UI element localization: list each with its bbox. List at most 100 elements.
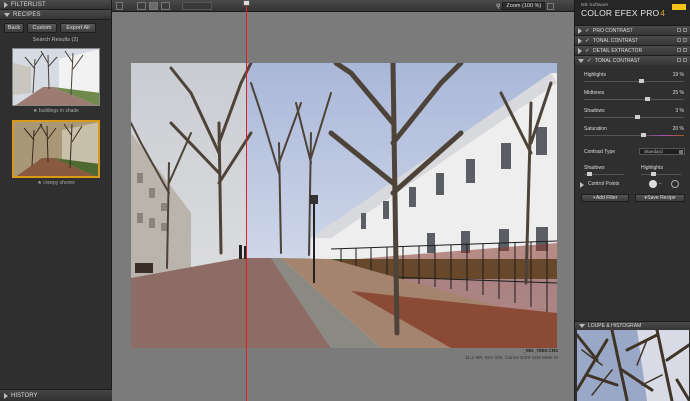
contrast-type-dropdown[interactable]: Standard: [639, 148, 685, 155]
image-filename: _MG_7850.CR2: [523, 349, 558, 354]
highlights-track[interactable]: [641, 174, 681, 175]
search-results-label: Search Results (2): [32, 37, 79, 43]
thumbnail-label-2: ★ creepy shores: [37, 180, 75, 186]
filter-label: TONAL CONTRAST: [593, 37, 639, 44]
slider-value: 19 %: [672, 72, 684, 78]
single-view-icon[interactable]: [116, 2, 123, 10]
checkmark-icon[interactable]: ✓: [585, 28, 590, 34]
slider-value: 3 %: [675, 108, 684, 114]
checkmark-icon[interactable]: ✓: [585, 38, 590, 44]
split-preview-icon[interactable]: [149, 2, 158, 10]
view-options-field[interactable]: [182, 2, 212, 10]
slider-knob[interactable]: [640, 133, 646, 137]
recipe-thumbnail-image: [13, 49, 99, 105]
loupe-histogram-header[interactable]: LOUPE & HISTOGRAM: [575, 321, 690, 330]
filter-row-tonal-contrast[interactable]: ✓ TONAL CONTRAST: [575, 35, 690, 45]
top-toolbar: ⚲ Zoom (100 %): [112, 0, 574, 12]
filter-row-pro-contrast[interactable]: ✓ PRO CONTRAST: [575, 25, 690, 35]
checkmark-icon[interactable]: ✓: [587, 58, 592, 64]
filter-row-detail-extractor[interactable]: ✓ DETAIL EXTRACTOR: [575, 45, 690, 55]
midtones-slider[interactable]: Midtones 25 %: [575, 87, 690, 105]
filter-options-icon[interactable]: [683, 58, 687, 62]
zoom-control[interactable]: ⚲ Zoom (100 %): [496, 1, 555, 11]
preview-image: [131, 63, 557, 348]
brand-title: COLOR EFEX PRO 4: [581, 8, 666, 18]
slider-track[interactable]: [584, 99, 684, 100]
filterlist-header[interactable]: FILTERLIST: [0, 0, 111, 10]
slider-value: 20 %: [672, 126, 684, 132]
slider-label: Midtones: [584, 90, 605, 96]
export-all-button[interactable]: Export All: [60, 23, 96, 33]
filter-options-icon[interactable]: [683, 28, 687, 32]
shadows-highlights-row: Shadows Highlights: [575, 163, 690, 179]
delete-filter-icon[interactable]: [677, 38, 681, 42]
filter-options-icon[interactable]: [683, 48, 687, 52]
image-details: 11.2 MP, ISO 400, Canon EOS-1Ds Mark III: [465, 356, 558, 361]
split-view-icon[interactable]: [137, 2, 146, 10]
slider-knob[interactable]: [644, 97, 650, 101]
slider-track[interactable]: [584, 135, 684, 136]
right-panel: Nik Software COLOR EFEX PRO 4 ✓ PRO CONT…: [574, 0, 690, 401]
filter-actions-row: + Add Filter ▾ Save Recipe: [575, 191, 690, 205]
recipe-thumbnail-1[interactable]: [12, 48, 100, 106]
highlights-label: Highlights: [641, 165, 663, 171]
left-panel: FILTERLIST RECIPES Back Custom Export Al…: [0, 0, 112, 401]
control-point-visibility-icon[interactable]: [671, 180, 679, 188]
recipe-thumbnail-2[interactable]: [12, 120, 100, 178]
recipes-title: RECIPES: [13, 11, 41, 18]
expand-arrow-icon: [580, 182, 584, 188]
add-control-point-icon[interactable]: [649, 180, 657, 188]
slider-label: Shadows: [584, 108, 605, 114]
slider-knob[interactable]: [638, 79, 644, 83]
shadows-label: Shadows: [584, 165, 605, 171]
slider-value: 25 %: [672, 90, 684, 96]
custom-button[interactable]: Custom: [27, 23, 57, 33]
control-point-minus-icon[interactable]: −: [659, 181, 662, 187]
history-header[interactable]: HISTORY: [0, 389, 112, 401]
split-view-handle[interactable]: [243, 0, 250, 6]
filter-label: TONAL CONTRAST: [595, 57, 641, 64]
zoom-in-icon[interactable]: [547, 2, 555, 10]
side-by-side-icon[interactable]: [161, 2, 170, 10]
preview-canvas[interactable]: _MG_7850.CR2 11.2 MP, ISO 400, Canon EOS…: [112, 0, 574, 401]
slider-label: Highlights: [584, 72, 606, 78]
recipes-header[interactable]: RECIPES: [0, 10, 111, 20]
collapse-arrow-icon: [579, 324, 585, 328]
add-filter-button[interactable]: + Add Filter: [581, 194, 629, 202]
delete-filter-icon[interactable]: [677, 58, 681, 62]
expand-arrow-icon: [578, 37, 582, 44]
shadows-slider[interactable]: Shadows 3 %: [575, 105, 690, 123]
filter-label: PRO CONTRAST: [593, 27, 633, 34]
dropdown-arrow-icon: [679, 150, 683, 154]
thumbnail-label-1: ★ buildings in shade: [33, 108, 79, 114]
slider-knob[interactable]: [634, 115, 640, 119]
recipe-thumbnail-image: [14, 122, 98, 176]
collapse-arrow-icon: [4, 12, 10, 17]
zoom-dropdown[interactable]: Zoom (100 %): [502, 2, 546, 10]
shadows-knob[interactable]: [587, 172, 592, 176]
highlights-knob[interactable]: [651, 172, 656, 176]
highlights-slider[interactable]: Highlights 19 %: [575, 69, 690, 87]
filter-options-icon[interactable]: [683, 38, 687, 42]
saturation-slider[interactable]: Saturation 20 %: [575, 123, 690, 141]
loupe-preview[interactable]: [577, 330, 689, 401]
loupe-title: LOUPE & HISTOGRAM: [588, 323, 642, 329]
filter-row-tonal-contrast-active[interactable]: ✓ TONAL CONTRAST: [575, 55, 690, 65]
control-points-row[interactable]: Control Points −: [575, 179, 690, 191]
history-title: HISTORY: [11, 392, 38, 399]
split-view-divider[interactable]: [246, 0, 247, 401]
expand-arrow-icon: [4, 1, 8, 8]
filter-label: DETAIL EXTRACTOR: [593, 47, 643, 54]
back-button[interactable]: Back: [4, 23, 24, 33]
brand-header: Nik Software COLOR EFEX PRO 4: [575, 0, 690, 25]
contrast-type-row: Contrast Type Standard: [575, 141, 690, 163]
expand-arrow-icon: [578, 27, 582, 34]
save-recipe-button[interactable]: ▾ Save Recipe: [635, 194, 685, 202]
delete-filter-icon[interactable]: [677, 48, 681, 52]
slider-track[interactable]: [584, 81, 684, 82]
checkmark-icon[interactable]: ✓: [585, 48, 590, 54]
delete-filter-icon[interactable]: [677, 28, 681, 32]
contrast-type-label: Contrast Type: [584, 149, 616, 155]
expand-arrow-icon: [4, 392, 8, 399]
slider-label: Saturation: [584, 126, 607, 132]
